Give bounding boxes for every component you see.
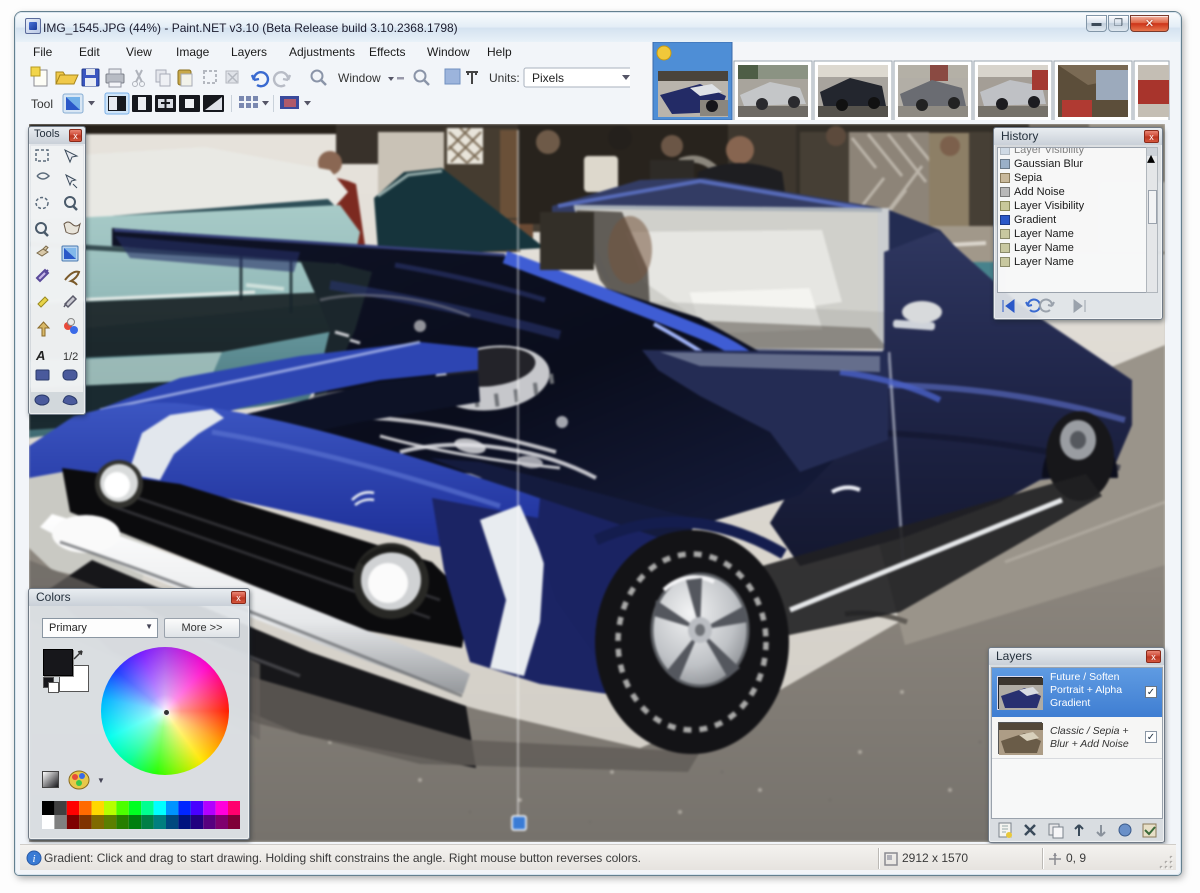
svg-text:Window: Window [338,71,381,85]
svg-text:i: i [32,853,35,865]
svg-text:A: A [35,348,45,363]
svg-text:Tool: Tool [31,97,53,111]
svg-text:Units:: Units: [489,71,520,85]
svg-text:Pixels: Pixels [532,71,564,85]
svg-text:1/2: 1/2 [63,351,78,363]
